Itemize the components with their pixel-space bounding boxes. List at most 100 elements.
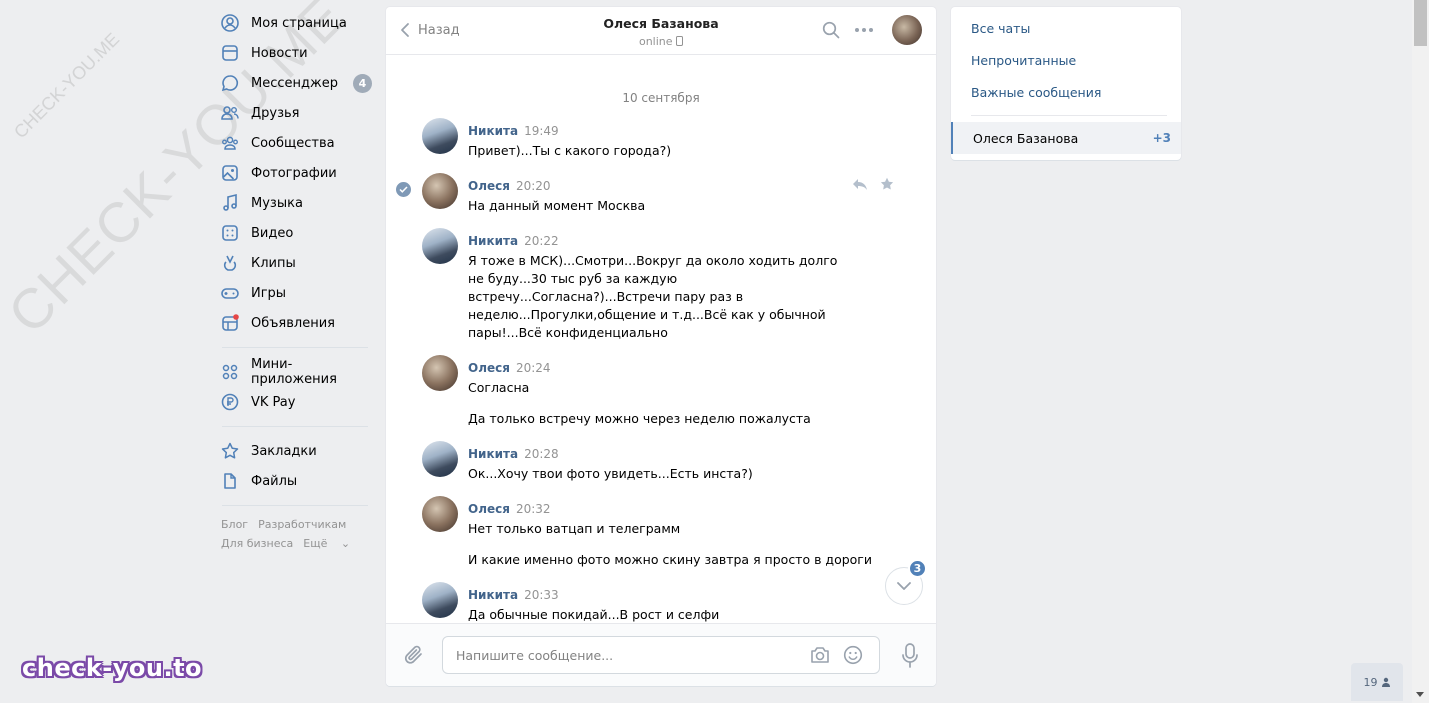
message[interactable]: Олеся 20:24 Согласна Да только встречу мо… — [386, 355, 936, 428]
nav-item-clips[interactable]: Клипы — [220, 248, 372, 278]
message-author[interactable]: Никита — [468, 124, 518, 138]
message-author[interactable]: Олеся — [468, 361, 510, 375]
message-history[interactable]: 10 сентября Никита 19:49 Привет)...Ты с к… — [386, 56, 936, 623]
avatar[interactable] — [422, 582, 458, 618]
nav-item-mini-apps[interactable]: Мини-приложения — [220, 357, 372, 387]
nav-item-communities[interactable]: Сообщества — [220, 128, 372, 158]
message-text: На данный момент Москва — [468, 198, 646, 213]
message-time: 20:20 — [515, 179, 551, 193]
emoji-icon[interactable] — [843, 645, 863, 669]
scrollbar-thumb[interactable] — [1414, 0, 1427, 46]
check-icon[interactable] — [396, 182, 411, 197]
nav-item-news[interactable]: Новости — [220, 38, 372, 68]
message-author[interactable]: Никита — [468, 588, 518, 602]
nav-label: Фотографии — [251, 165, 337, 181]
nav-item-files[interactable]: Файлы — [220, 466, 372, 496]
message-time: 20:22 — [524, 234, 559, 248]
communities-icon — [220, 133, 240, 153]
message-actions — [840, 177, 894, 195]
person-icon — [1381, 677, 1390, 687]
footer-link-developers[interactable]: Разработчикам — [258, 518, 346, 531]
message-text: Нет только ватцап и телеграмм — [468, 521, 681, 536]
message-icon — [220, 73, 240, 93]
unread-count-badge: 3 — [908, 559, 927, 578]
file-icon — [220, 471, 240, 491]
paperclip-icon[interactable] — [403, 643, 425, 671]
nav-label: Видео — [251, 225, 294, 241]
more-icon[interactable] — [854, 27, 874, 33]
online-count: 19 — [1363, 675, 1378, 689]
nav-item-ads[interactable]: Объявления — [220, 308, 372, 338]
chat-panel: Назад Олеся Базанова online 10 сентября … — [386, 7, 936, 686]
avatar[interactable] — [422, 355, 458, 391]
footer-link-blog[interactable]: Блог — [221, 518, 248, 531]
message-text: Да обычные покидай...В рост и селфи — [468, 607, 720, 622]
nav-item-games[interactable]: Игры — [220, 278, 372, 308]
nav-label: Клипы — [251, 255, 296, 271]
nav-label: Игры — [251, 285, 287, 301]
nav-item-bookmarks[interactable]: Закладки — [220, 436, 372, 466]
page-scrollbar[interactable] — [1412, 0, 1429, 703]
nav-item-video[interactable]: Видео — [220, 218, 372, 248]
message[interactable]: Никита 19:49 Привет)...Ты с какого города… — [386, 118, 936, 160]
left-nav: Моя страница Новости Мессенджер 4 Друзья… — [220, 8, 372, 553]
message[interactable]: Олеся 20:20 На данный момент Москва — [386, 173, 936, 215]
folder-important[interactable]: Важные сообщения — [951, 77, 1181, 109]
avatar[interactable] — [422, 118, 458, 154]
message-text: И какие именно фото можно скину завтра я… — [468, 552, 872, 567]
message-time: 20:32 — [515, 502, 551, 516]
header-actions — [808, 15, 922, 45]
camera-icon[interactable] — [809, 645, 831, 669]
folders-divider — [971, 115, 1167, 116]
active-chat-item[interactable]: Олеся Базанова +3 — [951, 122, 1181, 154]
message-time: 20:28 — [524, 447, 559, 461]
nav-divider — [222, 347, 368, 348]
nav-item-vkpay[interactable]: VK Pay — [220, 387, 372, 417]
avatar[interactable] — [422, 441, 458, 477]
folder-unread[interactable]: Непрочитанные — [951, 45, 1181, 77]
nav-item-music[interactable]: Музыка — [220, 188, 372, 218]
reply-icon[interactable] — [852, 178, 868, 195]
message-author[interactable]: Никита — [468, 234, 518, 248]
nav-item-photos[interactable]: Фотографии — [220, 158, 372, 188]
avatar[interactable] — [422, 496, 458, 532]
scroll-down-button[interactable]: 3 — [885, 559, 927, 605]
nav-label: Музыка — [251, 195, 303, 211]
nav-label: Мессенджер — [251, 75, 338, 91]
message-input-wrapper — [442, 636, 880, 674]
message[interactable]: Никита 20:22 Я тоже в МСК)...Смотри...Вок… — [386, 228, 936, 342]
folder-all-chats[interactable]: Все чаты — [951, 13, 1181, 45]
message[interactable]: Никита 20:28 Ок...Хочу твои фото увидеть.… — [386, 441, 936, 483]
star-icon[interactable] — [880, 177, 894, 195]
peer-status-text: online — [638, 35, 673, 48]
nav-label: Сообщества — [251, 135, 335, 151]
message-input[interactable] — [443, 637, 783, 673]
search-icon[interactable] — [822, 21, 840, 39]
nav-item-messenger[interactable]: Мессенджер 4 — [220, 68, 372, 98]
message-author[interactable]: Никита — [468, 447, 518, 461]
date-separator: 10 сентября — [622, 91, 700, 105]
message-author[interactable]: Олеся — [468, 502, 510, 516]
scroll-down-arrow[interactable] — [1416, 692, 1424, 697]
friends-online-widget[interactable]: 19 — [1351, 663, 1403, 701]
video-icon — [220, 223, 240, 243]
peer-avatar[interactable] — [892, 15, 922, 45]
chevron-down-icon — [897, 582, 911, 590]
footer-link-more[interactable]: Ещё ⌄ — [303, 537, 360, 550]
avatar[interactable] — [422, 228, 458, 264]
photo-icon — [220, 163, 240, 183]
message[interactable]: Олеся 20:32 Нет только ватцап и телеграмм… — [386, 496, 936, 569]
footer-link-business[interactable]: Для бизнеса — [221, 537, 293, 550]
gamepad-icon — [220, 283, 240, 303]
microphone-icon[interactable] — [901, 643, 919, 673]
avatar[interactable] — [422, 173, 458, 209]
message-author[interactable]: Олеся — [468, 179, 510, 193]
nav-item-my-page[interactable]: Моя страница — [220, 8, 372, 38]
composer — [386, 623, 936, 686]
message-text: Ок...Хочу твои фото увидеть...Есть инста… — [468, 466, 753, 481]
chat-header: Назад Олеся Базанова online — [386, 7, 936, 55]
nav-item-friends[interactable]: Друзья — [220, 98, 372, 128]
chevron-down-icon: ⌄ — [340, 537, 351, 550]
message[interactable]: Никита 20:33 Да обычные покидай...В рост … — [386, 582, 936, 623]
active-chat-counter: +3 — [1152, 131, 1171, 145]
